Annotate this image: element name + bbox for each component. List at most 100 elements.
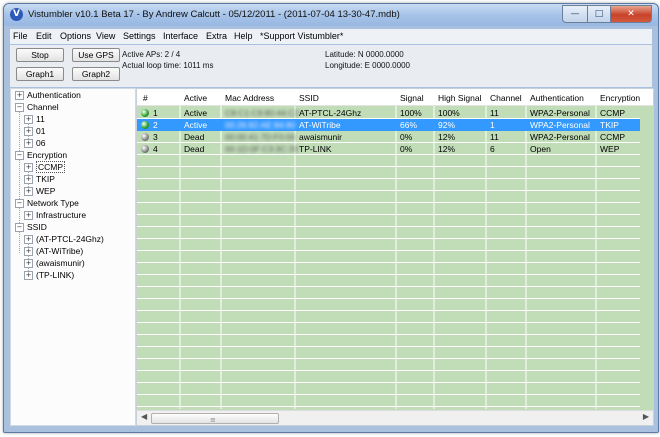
expand-icon[interactable]: +	[24, 259, 33, 269]
access-point-list[interactable]: # Active Mac Address SSID Signal High Si…	[136, 88, 654, 426]
expand-icon[interactable]: +	[24, 127, 33, 137]
tree-node-ssid-tp-link[interactable]: + (TP-LINK)	[24, 269, 74, 281]
expand-icon[interactable]: +	[24, 187, 33, 197]
stop-button[interactable]: Stop	[16, 48, 64, 62]
collapse-icon[interactable]: −	[15, 199, 24, 209]
column-header-signal[interactable]: Signal	[400, 93, 424, 103]
column-header-channel[interactable]: Channel	[490, 93, 522, 103]
close-button[interactable]: ✕	[611, 5, 652, 23]
cell-signal: 66%	[400, 120, 418, 130]
filter-tree: + Authentication − Channel +11 +01 +06 − En…	[10, 88, 136, 426]
table-row[interactable]: 3 Dead 00:00:41:7D:F0:00 awaismunir 0% 1…	[137, 131, 640, 143]
cell-number: 1	[153, 108, 158, 118]
table-row[interactable]: 4 Dead 00:1D:0F:C3:3C:33 TP-LINK 0% 12% …	[137, 143, 640, 155]
cell-number: 3	[153, 132, 158, 142]
tree-node-encryption-ccmp[interactable]: + CCMP	[24, 161, 66, 173]
menu-interface[interactable]: Interface	[163, 31, 198, 41]
vistumbler-app-icon[interactable]: V	[10, 8, 23, 21]
menu-extra[interactable]: Extra	[206, 31, 227, 41]
table-row[interactable]: 2 Active 00:26:82:AE:84:80 AT-WiTribe 66…	[137, 119, 640, 131]
menu-options[interactable]: Options	[60, 31, 91, 41]
tree-node-encryption-tkip[interactable]: + TKIP	[24, 173, 55, 185]
expand-icon[interactable]: +	[24, 235, 33, 245]
horizontal-scrollbar[interactable]: ◀ ≡ ▶	[137, 410, 653, 425]
tree-node-infrastructure[interactable]: + Infrastructure	[24, 209, 86, 221]
table-row[interactable]: 1 Active C8:C1:C9:80:44:C2 AT-PTCL-24Ghz…	[137, 107, 640, 119]
cell-authentication: WPA2-Personal	[530, 120, 590, 130]
cell-active: Active	[184, 108, 208, 118]
tree-node-ssid-at-ptcl[interactable]: + (AT-PTCL-24Ghz)	[24, 233, 104, 245]
tree-label: (awaismunir)	[36, 258, 85, 268]
signal-status-icon	[141, 109, 149, 117]
tree-node-channel-06[interactable]: +06	[24, 137, 45, 149]
expand-icon[interactable]: +	[24, 115, 33, 125]
tree-node-ssid-at-witribe[interactable]: + (AT-WiTribe)	[24, 245, 83, 257]
tree-node-ssid[interactable]: − SSID	[15, 221, 47, 233]
gps-longitude: Longitude: E 0000.0000	[325, 61, 410, 70]
cell-number: 2	[153, 120, 158, 130]
column-header-encryption[interactable]: Encryption	[600, 93, 640, 103]
maximize-button[interactable]: □	[588, 5, 611, 23]
app-window: V Vistumbler v10.1 Beta 17 - By Andrew C…	[3, 3, 659, 433]
graph1-button[interactable]: Graph1	[16, 67, 64, 81]
use-gps-button[interactable]: Use GPS	[72, 48, 120, 62]
tree-node-ssid-awaismunir[interactable]: + (awaismunir)	[24, 257, 85, 269]
tree-label: (AT-WiTribe)	[36, 246, 84, 256]
menu-settings[interactable]: Settings	[123, 31, 156, 41]
cell-ssid: TP-LINK	[299, 144, 332, 154]
use-gps-button-label: Use GPS	[78, 50, 114, 60]
expand-icon[interactable]: +	[24, 139, 33, 149]
tree-node-channel-01[interactable]: +01	[24, 125, 45, 137]
cell-active: Dead	[184, 132, 205, 142]
collapse-icon[interactable]: −	[15, 103, 24, 113]
tree-node-channel-11[interactable]: +11	[24, 113, 45, 125]
cell-high-signal: 100%	[438, 108, 460, 118]
scroll-left-icon[interactable]: ◀	[141, 412, 147, 421]
expand-icon[interactable]: +	[24, 163, 33, 173]
tree-label: (AT-PTCL-24Ghz)	[36, 234, 104, 244]
column-header-active[interactable]: Active	[184, 93, 207, 103]
graph1-button-label: Graph1	[25, 69, 55, 79]
column-header-mac-address[interactable]: Mac Address	[225, 93, 274, 103]
graph2-button[interactable]: Graph2	[72, 67, 120, 81]
menu-support-vistumbler[interactable]: *Support Vistumbler*	[260, 31, 343, 41]
column-header-ssid[interactable]: SSID	[299, 93, 319, 103]
menu-help[interactable]: Help	[234, 31, 253, 41]
menu-edit[interactable]: Edit	[36, 31, 52, 41]
column-header-authentication[interactable]: Authentication	[530, 93, 584, 103]
cell-channel: 11	[490, 132, 499, 142]
tree-node-encryption[interactable]: − Encryption	[15, 149, 67, 161]
scroll-right-icon[interactable]: ▶	[643, 412, 649, 421]
cell-encryption: CCMP	[600, 132, 626, 142]
cell-signal: 0%	[400, 144, 413, 154]
collapse-icon[interactable]: −	[15, 223, 24, 233]
collapse-icon[interactable]: −	[15, 151, 24, 161]
column-header-number[interactable]: #	[143, 93, 148, 103]
cell-high-signal: 12%	[438, 144, 456, 154]
menu-file[interactable]: File	[13, 31, 28, 41]
cell-ssid: AT-PTCL-24Ghz	[299, 108, 362, 118]
cell-active: Dead	[184, 144, 205, 154]
tree-node-authentication[interactable]: + Authentication	[15, 89, 81, 101]
column-header-high-signal[interactable]: High Signal	[438, 93, 481, 103]
expand-icon[interactable]: +	[24, 175, 33, 185]
signal-status-icon	[141, 133, 149, 141]
tree-label: 11	[36, 114, 45, 124]
minimize-button[interactable]: —	[562, 5, 588, 23]
menu-view[interactable]: View	[96, 31, 115, 41]
expand-icon[interactable]: +	[15, 91, 24, 101]
title-bar[interactable]: V Vistumbler v10.1 Beta 17 - By Andrew C…	[4, 4, 658, 26]
tree-node-network-type[interactable]: − Network Type	[15, 197, 79, 209]
tree-label: (TP-LINK)	[36, 270, 75, 280]
expand-icon[interactable]: +	[24, 271, 33, 281]
expand-icon[interactable]: +	[24, 211, 33, 221]
scrollbar-thumb[interactable]: ≡	[151, 413, 279, 424]
tree-label: Network Type	[27, 198, 79, 208]
menu-bar: File Edit Options View Settings Interfac…	[10, 29, 652, 44]
tree-label: Infrastructure	[36, 210, 87, 220]
tree-node-encryption-wep[interactable]: + WEP	[24, 185, 55, 197]
tree-node-channel[interactable]: − Channel	[15, 101, 59, 113]
list-header: # Active Mac Address SSID Signal High Si…	[137, 89, 653, 106]
tree-label: CCMP	[36, 161, 66, 173]
expand-icon[interactable]: +	[24, 247, 33, 257]
